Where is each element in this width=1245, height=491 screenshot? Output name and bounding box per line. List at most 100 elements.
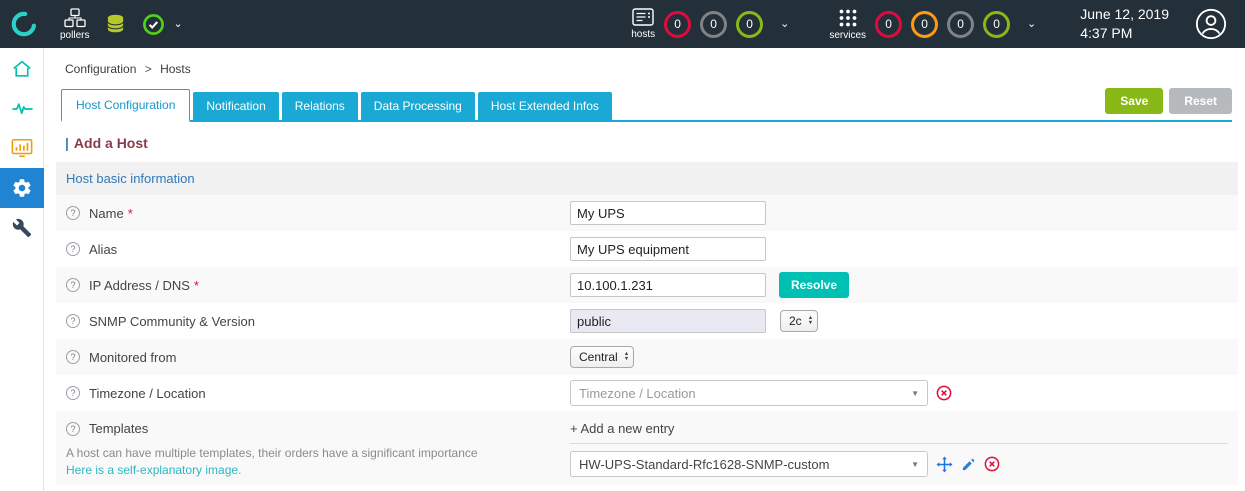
services-chevron-down-icon[interactable]: ⌄	[1027, 19, 1036, 30]
wrench-icon	[12, 218, 32, 238]
help-icon[interactable]: ?	[66, 314, 80, 328]
centreon-logo[interactable]	[0, 0, 48, 48]
pollers-chevron-down-icon[interactable]: ⌄	[173, 19, 182, 30]
move-icon	[936, 456, 953, 473]
timezone-clear-button[interactable]	[936, 385, 952, 401]
sidebar-item-reporting[interactable]	[0, 128, 44, 168]
required-asterisk: *	[128, 206, 133, 221]
resolve-button[interactable]: Resolve	[779, 272, 849, 298]
hosts-up-counter[interactable]: 0	[736, 11, 763, 38]
pollers-menu[interactable]: pollers	[60, 8, 89, 41]
section-host-basic-information: Host basic information	[56, 162, 1238, 195]
hosts-menu[interactable]: hosts	[631, 8, 655, 40]
help-icon[interactable]: ?	[66, 278, 80, 292]
centreon-app: pollers ⌄ ho	[0, 0, 1245, 491]
form-row-ip: ? IP Address / DNS * Resolve	[56, 267, 1238, 303]
tab-notification[interactable]: Notification	[193, 92, 278, 120]
current-time: 4:37 PM	[1080, 24, 1169, 43]
sidebar-item-home[interactable]	[0, 48, 44, 88]
form-row-timezone: ? Timezone / Location Timezone / Locatio…	[56, 375, 1238, 411]
hosts-label: hosts	[631, 29, 655, 40]
template-remove-button[interactable]	[984, 456, 1000, 472]
ip-input[interactable]	[570, 273, 766, 297]
hosts-chevron-down-icon[interactable]: ⌄	[780, 19, 789, 30]
breadcrumb-hosts[interactable]: Hosts	[160, 62, 191, 76]
timezone-label: Timezone / Location	[89, 386, 206, 401]
pollers-label: pollers	[60, 30, 89, 41]
form-row-alias: ? Alias	[56, 231, 1238, 267]
ip-label-cell: ? IP Address / DNS *	[66, 278, 570, 293]
monitored-from-select[interactable]: Central ▲▼	[570, 346, 634, 368]
add-template-entry-link[interactable]: + Add a new entry	[570, 413, 1228, 443]
current-date: June 12, 2019	[1080, 5, 1169, 24]
hosts-status-group: hosts 0 0 0 ⌄	[631, 8, 789, 40]
tabbar: Host Configuration Notification Relation…	[61, 88, 1232, 122]
timezone-placeholder: Timezone / Location	[579, 386, 696, 401]
hosts-down-counter[interactable]: 0	[664, 11, 691, 38]
help-icon[interactable]: ?	[66, 422, 80, 436]
name-label: Name	[89, 206, 124, 221]
user-menu[interactable]	[1195, 8, 1227, 40]
select-stepper-icon: ▲▼	[808, 316, 813, 327]
services-warning-counter[interactable]: 0	[911, 11, 938, 38]
hosts-unreachable-counter[interactable]: 0	[700, 11, 727, 38]
breadcrumb: Configuration > Hosts	[44, 48, 1245, 82]
caret-down-icon: ▼	[911, 460, 919, 469]
snmp-community-input[interactable]	[570, 309, 766, 333]
required-asterisk: *	[194, 278, 199, 293]
templates-note-text: A host can have multiple templates, thei…	[66, 445, 478, 462]
page-title: |Add a Host	[65, 135, 1245, 151]
help-icon[interactable]: ?	[66, 350, 80, 364]
centreon-logo-icon	[10, 10, 38, 38]
page-title-text: Add a Host	[74, 135, 148, 151]
name-input[interactable]	[570, 201, 766, 225]
snmp-version-select[interactable]: 2c ▲▼	[780, 310, 818, 332]
sidebar-item-administration[interactable]	[0, 208, 44, 248]
tab-host-configuration[interactable]: Host Configuration	[61, 89, 190, 122]
sidebar-item-configuration[interactable]	[0, 168, 44, 208]
form-row-snmp: ? SNMP Community & Version 2c ▲▼	[56, 303, 1238, 339]
services-label: services	[829, 30, 866, 41]
snmp-label: SNMP Community & Version	[89, 314, 255, 329]
alias-input[interactable]	[570, 237, 766, 261]
chart-icon	[11, 138, 33, 158]
template-select[interactable]: HW-UPS-Standard-Rfc1628-SNMP-custom ▼	[570, 451, 928, 477]
template-move-handle[interactable]	[936, 456, 953, 473]
help-icon[interactable]: ?	[66, 386, 80, 400]
template-edit-button[interactable]	[961, 457, 976, 472]
templates-label: Templates	[89, 421, 148, 436]
tab-data-processing[interactable]: Data Processing	[361, 92, 475, 120]
services-icon	[838, 8, 858, 28]
alias-label: Alias	[89, 242, 117, 257]
form-row-templates: ? Templates A host can have multiple tem…	[56, 411, 1238, 485]
reset-button[interactable]: Reset	[1169, 88, 1232, 114]
sidebar-item-monitoring[interactable]	[0, 88, 44, 128]
services-critical-counter[interactable]: 0	[875, 11, 902, 38]
save-button[interactable]: Save	[1105, 88, 1163, 114]
services-unknown-counter[interactable]: 0	[947, 11, 974, 38]
breadcrumb-configuration[interactable]: Configuration	[65, 62, 136, 76]
select-stepper-icon: ▲▼	[624, 352, 629, 363]
breadcrumb-separator: >	[145, 62, 152, 76]
help-icon[interactable]: ?	[66, 242, 80, 256]
ip-label: IP Address / DNS	[89, 278, 190, 293]
poller-state-ok-icon[interactable]	[142, 13, 165, 36]
tab-relations[interactable]: Relations	[282, 92, 358, 120]
snmp-version-value: 2c	[789, 314, 802, 328]
database-status-icon[interactable]	[105, 13, 126, 35]
help-icon[interactable]: ?	[66, 206, 80, 220]
snmp-label-cell: ? SNMP Community & Version	[66, 314, 570, 329]
database-icon	[105, 13, 126, 35]
hosts-icon	[632, 8, 654, 27]
gear-icon	[11, 177, 33, 199]
services-menu[interactable]: services	[829, 8, 866, 41]
form-row-name: ? Name *	[56, 195, 1238, 231]
templates-note-link[interactable]: Here is a self-explanatory image.	[66, 462, 478, 479]
services-ok-counter[interactable]: 0	[983, 11, 1010, 38]
monitored-from-label: Monitored from	[89, 350, 176, 365]
monitored-from-value: Central	[579, 350, 618, 364]
tab-host-extended-infos[interactable]: Host Extended Infos	[478, 92, 612, 120]
timezone-select[interactable]: Timezone / Location ▼	[570, 380, 928, 406]
heartbeat-icon	[11, 99, 34, 117]
clear-circle-icon	[936, 385, 952, 401]
